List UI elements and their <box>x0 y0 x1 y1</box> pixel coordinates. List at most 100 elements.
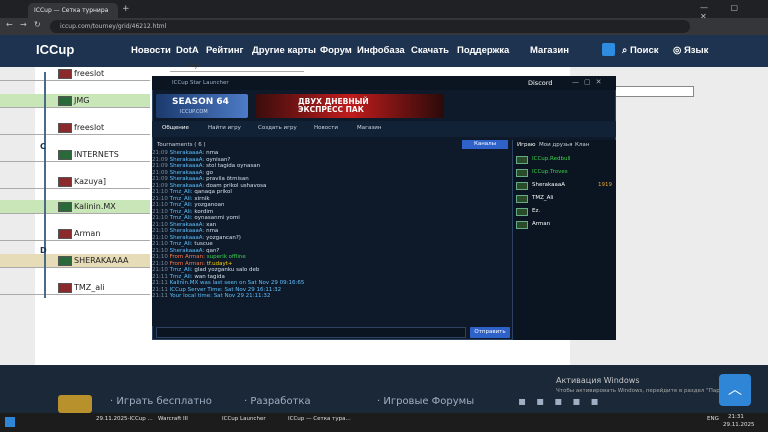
footer-link-forums[interactable]: · Игровые Форумы <box>377 396 474 407</box>
forward-icon[interactable]: → <box>20 20 27 29</box>
taskbar-item-2[interactable]: Warcraft III <box>158 416 188 422</box>
taskbar-lang[interactable]: ENG <box>707 416 719 422</box>
site-logo[interactable]: ICCup <box>36 42 74 57</box>
chat-author[interactable]: From Arman: <box>170 261 207 267</box>
activation-watermark: Активация Windows <box>556 376 640 385</box>
chat-author[interactable]: Tmz_Ali: <box>170 202 195 208</box>
chat-author[interactable]: Tmz_Ali: <box>170 196 195 202</box>
nav-forum[interactable]: Форум <box>320 45 352 56</box>
tab-shop[interactable]: Магазин <box>357 125 381 131</box>
chat-message: tuscue <box>194 241 213 247</box>
side-user[interactable]: ICCup.Troves <box>512 166 616 179</box>
chat-time: 21:10 <box>152 195 170 202</box>
group-letter-d: D <box>40 246 47 255</box>
chat-time: 21:10 <box>152 228 170 234</box>
side-user[interactable]: Arman <box>512 218 616 231</box>
side-user[interactable]: Ez. <box>512 205 616 218</box>
nav-dota[interactable]: DotA <box>176 45 199 56</box>
browser-tab[interactable]: ICCup — Сетка турнира <box>28 3 118 18</box>
taskbar-item-4[interactable]: ICCup — Сетка тура... <box>288 416 351 422</box>
trophy-icon <box>58 395 92 413</box>
side-user[interactable]: TMZ_Ali <box>512 192 616 205</box>
side-tab-friends[interactable]: Мои друзья <box>539 142 572 148</box>
player-name: Arman <box>74 229 101 238</box>
channels-button[interactable]: Каналы <box>462 140 508 149</box>
new-tab-button[interactable]: + <box>122 4 130 14</box>
bracket-slot[interactable]: Arman <box>0 227 150 241</box>
side-user[interactable]: ICCup.Redbull <box>512 153 616 166</box>
search-link[interactable]: ⌕ Поиск <box>622 45 658 56</box>
bracket-slot[interactable]: freeslot <box>0 67 150 81</box>
tab-news[interactable]: Новости <box>314 125 338 131</box>
taskbar-item-1[interactable]: 29.11.2025-ICCup ... <box>96 416 153 422</box>
footer-link-dev[interactable]: · Разработка <box>244 396 311 407</box>
url-field[interactable]: iccup.com/tourney/grid/46212.html <box>50 20 690 33</box>
user-name: TMZ_Ali <box>532 195 554 201</box>
language-link[interactable]: ◎ Язык <box>673 45 708 56</box>
chat-author[interactable]: From Arman: <box>170 254 207 260</box>
launcher-window-controls[interactable]: —▢✕ <box>572 78 606 86</box>
nav-support[interactable]: Поддержка <box>457 45 509 56</box>
back-icon[interactable]: ← <box>6 20 13 29</box>
tab-create-game[interactable]: Создать игру <box>258 125 297 131</box>
tournaments-label[interactable]: Tournaments ( 6 ) <box>157 142 206 148</box>
chat-author[interactable]: SherakaaaA: <box>170 176 206 182</box>
nav-news[interactable]: Новости <box>131 45 171 56</box>
bracket-slot[interactable]: Kalinin.MX <box>0 200 150 214</box>
taskbar-time[interactable]: 21:31 <box>728 414 744 420</box>
tab-chat[interactable]: Общение <box>162 125 189 131</box>
taskbar-date[interactable]: 29.11.2025 <box>723 422 755 428</box>
tab-find-game[interactable]: Найти игру <box>208 125 241 131</box>
scroll-top-button[interactable]: ︿ <box>719 374 751 406</box>
taskbar-item-3[interactable]: ICCup Launcher <box>222 416 266 422</box>
footer-link-play[interactable]: · Играть бесплатно <box>110 396 212 407</box>
reload-icon[interactable]: ↻ <box>34 20 41 29</box>
chat-author[interactable]: SherakaaaA: <box>170 157 206 163</box>
discord-link[interactable]: Discord <box>528 79 552 87</box>
chat-time: 21:10 <box>152 202 170 208</box>
chat-author[interactable]: SherakaaaA: <box>170 228 206 234</box>
chat-author[interactable]: SherakaaaA: <box>170 163 206 169</box>
windows-start-icon[interactable] <box>5 417 15 427</box>
bracket-top-slot: Kojol <box>170 62 304 72</box>
chat-author[interactable]: SherakaaaA: <box>170 235 206 241</box>
bracket-slot[interactable]: JMG <box>0 94 150 108</box>
send-button[interactable]: Отправить <box>470 327 510 338</box>
nav-download[interactable]: Скачать <box>411 45 449 56</box>
bracket-slot[interactable]: freeslot <box>0 121 150 135</box>
nav-shop[interactable]: Магазин <box>530 45 569 56</box>
chat-author[interactable]: Tmz_Ali: <box>170 209 195 215</box>
chat-message: pravila ötmisan <box>206 176 249 182</box>
chat-author[interactable]: Tmz_Ali: <box>170 189 195 195</box>
chat-author[interactable]: SherakaaaA: <box>170 248 206 254</box>
nav-rating[interactable]: Рейтинг <box>206 45 243 56</box>
bracket-slot[interactable]: SHERAKAAAA <box>0 254 150 268</box>
chat-author[interactable]: SherakaaaA: <box>170 150 206 156</box>
nav-infobase[interactable]: Инфобаза <box>357 45 405 56</box>
chat-time: 21:09 <box>152 182 170 189</box>
chat-author[interactable]: Tmz_Ali: <box>170 274 195 280</box>
chat-message: nma <box>206 228 219 234</box>
chat-time: 21:11 <box>152 280 170 286</box>
chat-author[interactable]: SherakaaaA: <box>170 222 206 228</box>
flag-icon <box>58 123 72 133</box>
chat-time: 21:10 <box>152 267 170 273</box>
profile-icon[interactable] <box>602 43 615 56</box>
chat-time: 21:10 <box>152 221 170 228</box>
bracket-slot[interactable]: Kazuya] <box>0 175 150 189</box>
chat-author[interactable]: Tmz_Ali: <box>170 241 195 247</box>
chat-author[interactable]: Tmz_Ali: <box>170 215 195 221</box>
nav-other-maps[interactable]: Другие карты <box>252 45 316 56</box>
chat-time: 21:11 <box>152 293 170 299</box>
side-user[interactable]: SherakaaaA 1919 <box>512 179 616 192</box>
side-tab-clan[interactable]: Клан <box>575 142 589 148</box>
chat-message: wan tagida <box>194 273 225 280</box>
side-tab-playing[interactable]: Играю <box>517 142 536 148</box>
chat-author[interactable]: SherakaaaA: <box>170 170 206 176</box>
social-icons[interactable]: ▪▪▪▪▪ <box>518 394 609 408</box>
chat-input[interactable] <box>156 327 466 338</box>
bracket-slot[interactable]: TMZ_ali <box>0 281 150 295</box>
bracket-slot[interactable]: INTERNETS <box>0 148 150 162</box>
chat-author[interactable]: Tmz_Ali: <box>170 267 195 273</box>
chat-author[interactable]: SherakaaaA: <box>170 183 206 189</box>
